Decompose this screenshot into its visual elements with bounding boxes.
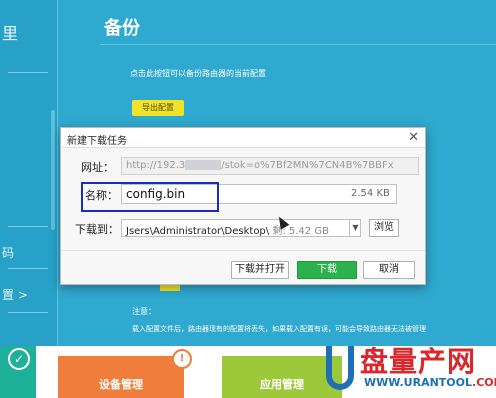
save-path-select[interactable]: Jsers\Administrator\Desktop\ 剩: 5.42 GB	[121, 219, 361, 237]
watermark-u-logo-icon	[326, 346, 354, 390]
cancel-button[interactable]: 取消	[363, 261, 415, 279]
download-to-label: 下载到：	[75, 223, 119, 236]
dialog-title: 新建下载任务	[67, 136, 127, 147]
nav-divider	[8, 312, 48, 313]
url-value-start: http://192.3	[126, 160, 186, 171]
download-button[interactable]: 下载	[297, 261, 357, 279]
url-field[interactable]: http://192.3/stok=o%7Bf2MN%7CN4B%7BBFx	[121, 157, 419, 175]
nav-divider	[8, 226, 48, 227]
nav-divider	[8, 72, 48, 73]
notice-text: 载入配置文件后，路由器现有的配置将丢失，如果载入配置有误，可能会导致路由器无法被…	[132, 325, 426, 333]
url-value-end: /stok=o%7Bf2MN%7CN4B%7BBFx	[221, 160, 394, 171]
left-nav-panel: 里 码 置 >	[0, 0, 58, 346]
highlight-annotation	[81, 182, 219, 212]
alert-badge-icon: !	[172, 349, 192, 369]
watermark-brand: 盘量产网	[360, 345, 477, 378]
dialog-divider	[61, 250, 425, 251]
nav-glyph-top: 里	[2, 24, 19, 43]
watermark-url: WWW.URANTOOL.COM	[364, 376, 496, 389]
tile-device-management[interactable]: 设备管理	[58, 356, 184, 398]
new-download-dialog: 新建下载任务 ✕ 网址： http://192.3/stok=o%7Bf2MN%…	[60, 127, 426, 285]
nav-item-settings[interactable]: 置 >	[2, 286, 28, 303]
notice-title: 注意：	[132, 307, 156, 316]
scrollbar[interactable]	[51, 110, 55, 230]
import-config-button-partial[interactable]	[160, 285, 180, 291]
export-config-button[interactable]: 导出配置	[132, 100, 184, 116]
browse-button[interactable]: 浏览	[369, 219, 399, 237]
file-size: 2.54 KB	[351, 188, 390, 199]
nav-item-partial[interactable]: 码	[2, 244, 14, 261]
watermark-url-suffix: .COM	[472, 376, 496, 389]
url-redacted	[185, 160, 222, 170]
page-title: 备份	[104, 18, 140, 39]
nav-divider	[8, 268, 48, 269]
title-divider	[100, 44, 496, 45]
backup-description: 点击此按钮可以备份路由器的当前配置	[130, 69, 266, 78]
url-label: 网址：	[81, 161, 114, 174]
download-and-open-button[interactable]: 下载并打开	[231, 261, 289, 279]
watermark-url-main: WWW.URANTOOL	[364, 376, 473, 389]
check-icon: ✓	[8, 348, 30, 370]
save-path-value: Jsers\Administrator\Desktop\	[126, 226, 270, 237]
dialog-titlebar[interactable]: 新建下载任务 ✕	[61, 128, 425, 148]
close-icon[interactable]: ✕	[408, 130, 419, 145]
chevron-down-icon[interactable]: ▼	[349, 220, 361, 236]
tile-app-management[interactable]: 应用管理	[222, 356, 342, 398]
